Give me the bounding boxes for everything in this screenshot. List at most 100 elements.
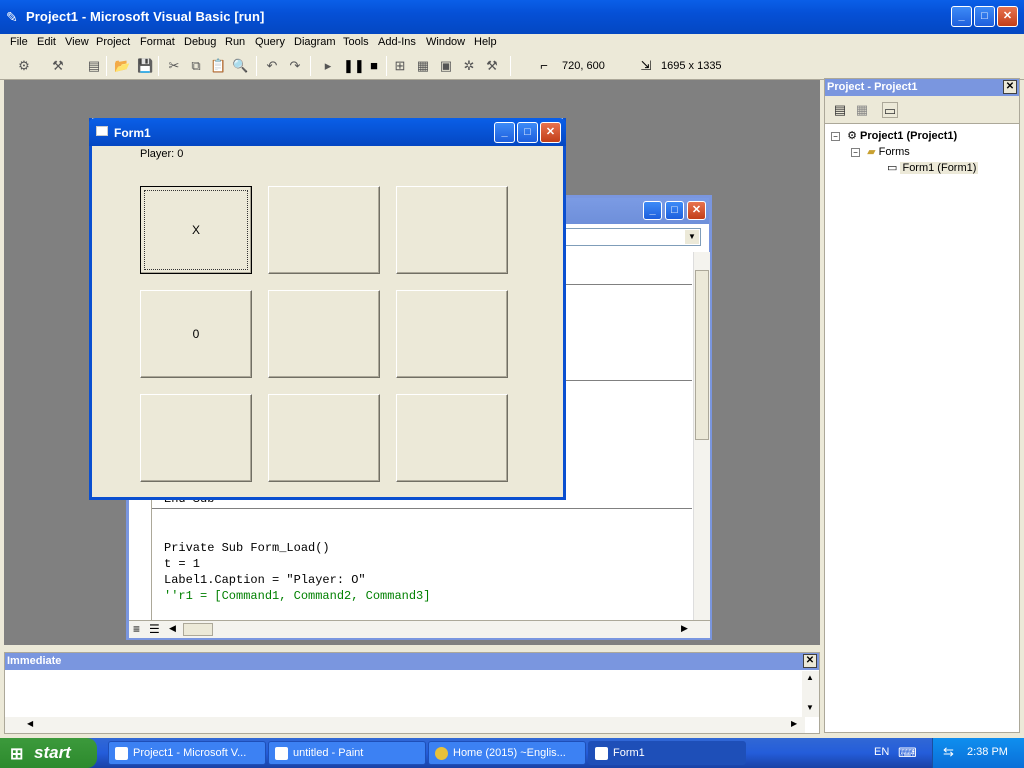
immediate-horizontal-scrollbar[interactable]: ◀ ▶ (5, 717, 805, 733)
cell-button-3[interactable] (396, 186, 508, 274)
task-browser[interactable]: Home (2015) ~Englis... (428, 741, 586, 765)
form-size: 1695 x 1335 (661, 60, 722, 72)
scroll-left-icon[interactable]: ◀ (169, 623, 176, 634)
procedure-combo[interactable]: ▼ (565, 228, 701, 246)
open-icon[interactable]: 📂 (114, 58, 130, 74)
code-comment-line: ''r1 = [Command1, Command2, Command3] (164, 589, 431, 603)
save-icon[interactable]: 💾 (137, 58, 153, 74)
code-line: Private Sub Form_Load() (164, 541, 330, 555)
collapse-icon[interactable]: − (831, 132, 840, 141)
code-vertical-scrollbar[interactable] (693, 252, 710, 620)
start-run-icon[interactable]: ▸ (320, 58, 336, 74)
menu-view[interactable]: View (65, 36, 89, 48)
paint-icon (275, 747, 288, 760)
code-maximize-icon[interactable]: □ (665, 201, 684, 220)
windows-logo-icon: ⊞ (10, 746, 24, 763)
task-paint[interactable]: untitled - Paint (268, 741, 426, 765)
view-object-icon[interactable]: ▦ (854, 102, 870, 118)
start-button[interactable]: ⊞ start (0, 738, 97, 768)
collapse-icon[interactable]: − (851, 148, 860, 157)
language-indicator[interactable]: EN (874, 746, 889, 758)
close-icon[interactable]: ✕ (1003, 80, 1017, 94)
folder-icon: ▰ (867, 146, 876, 158)
view-code-icon[interactable]: ▤ (832, 102, 848, 118)
menu-diagram[interactable]: Diagram (294, 36, 336, 48)
add-form-icon[interactable]: ⚒ (50, 58, 66, 74)
minimize-icon[interactable]: _ (951, 6, 972, 27)
add-project-icon[interactable]: ⚙ (16, 58, 32, 74)
project-explorer-titlebar: Project - Project1 ✕ (825, 79, 1019, 96)
form-layout-icon[interactable]: ▣ (438, 58, 454, 74)
menu-add-ins[interactable]: Add-Ins (378, 36, 416, 48)
properties-icon[interactable]: ▦ (415, 58, 431, 74)
network-icon[interactable]: ⇆ (943, 744, 954, 760)
scroll-up-icon[interactable]: ▲ (806, 673, 814, 682)
cut-icon[interactable]: ✂ (166, 58, 182, 74)
chevron-down-icon[interactable]: ▼ (685, 230, 699, 244)
task-vb-ide[interactable]: Project1 - Microsoft V... (108, 741, 266, 765)
menu-help[interactable]: Help (474, 36, 497, 48)
scroll-right-icon[interactable]: ▶ (791, 719, 797, 728)
form-icon (595, 747, 608, 760)
menu-run[interactable]: Run (225, 36, 245, 48)
scroll-thumb[interactable] (695, 270, 709, 440)
cell-button-6[interactable] (396, 290, 508, 378)
menu-editor-icon[interactable]: ▤ (86, 58, 102, 74)
copy-icon[interactable]: ⧉ (188, 58, 204, 74)
cell-button-5[interactable] (268, 290, 380, 378)
code-close-icon[interactable]: ✕ (687, 201, 706, 220)
code-line: Label1.Caption = "Player: O" (164, 573, 366, 587)
cell-button-4[interactable]: 0 (140, 290, 252, 378)
task-form1[interactable]: Form1 (588, 741, 746, 765)
size-icon: ⇲ (640, 58, 652, 73)
player-label: Player: 0 (140, 148, 184, 160)
close-icon[interactable]: ✕ (997, 6, 1018, 27)
menu-tools[interactable]: Tools (343, 36, 369, 48)
toolbox-icon[interactable]: ⚒ (484, 58, 500, 74)
scroll-right-icon[interactable]: ▶ (681, 623, 688, 634)
menu-format[interactable]: Format (140, 36, 175, 48)
scroll-thumb[interactable] (183, 623, 213, 636)
menu-project[interactable]: Project (96, 36, 130, 48)
immediate-vertical-scrollbar[interactable]: ▲ ▼ (802, 671, 819, 717)
form1-title: Form1 (114, 126, 151, 140)
cell-button-9[interactable] (396, 394, 508, 482)
find-icon[interactable]: 🔍 (232, 58, 248, 74)
tree-item-forms[interactable]: Forms (879, 146, 910, 158)
cell-button-8[interactable] (268, 394, 380, 482)
cell-button-7[interactable] (140, 394, 252, 482)
menu-file[interactable]: File (10, 36, 28, 48)
clock[interactable]: 2:38 PM (967, 746, 1008, 758)
stop-icon[interactable]: ■ (366, 58, 382, 74)
undo-icon[interactable]: ↶ (264, 58, 280, 74)
form1-window: Form1 _ □ ✕ Player: 0 X 0 (89, 118, 566, 500)
cell-button-1[interactable]: X (140, 186, 252, 274)
menu-debug[interactable]: Debug (184, 36, 216, 48)
paste-icon[interactable]: 📋 (210, 58, 226, 74)
close-icon[interactable]: ✕ (803, 654, 817, 668)
maximize-icon[interactable]: □ (974, 6, 995, 27)
form-minimize-icon[interactable]: _ (494, 122, 515, 143)
object-browser-icon[interactable]: ✲ (461, 58, 477, 74)
menu-query[interactable]: Query (255, 36, 285, 48)
full-module-view-icon[interactable]: ☰ (149, 622, 160, 636)
project-explorer-icon[interactable]: ⊞ (392, 58, 408, 74)
procedure-view-icon[interactable]: ≡ (133, 622, 140, 636)
menu-edit[interactable]: Edit (37, 36, 56, 48)
form-close-icon[interactable]: ✕ (540, 122, 561, 143)
standard-toolbar: ⚙ ⚒ ▤ 📂 💾 ✂ ⧉ 📋 🔍 ↶ ↷ ▸ ❚❚ ■ ⊞ ▦ ▣ ✲ ⚒ ⌐… (0, 52, 1024, 80)
scroll-left-icon[interactable]: ◀ (27, 719, 33, 728)
keyboard-icon[interactable]: ⌨ (898, 745, 917, 761)
cell-button-2[interactable] (268, 186, 380, 274)
break-icon[interactable]: ❚❚ (343, 58, 365, 74)
redo-icon[interactable]: ↷ (287, 58, 303, 74)
tree-item-form1[interactable]: Form1 (Form1) (900, 162, 979, 174)
code-horizontal-scrollbar[interactable]: ≡ ☰ ◀ ▶ (129, 620, 710, 638)
form-maximize-icon[interactable]: □ (517, 122, 538, 143)
scroll-down-icon[interactable]: ▼ (806, 703, 814, 712)
menu-window[interactable]: Window (426, 36, 465, 48)
immediate-titlebar: Immediate ✕ (5, 653, 819, 670)
code-minimize-icon[interactable]: _ (643, 201, 662, 220)
toggle-folders-icon[interactable]: ▭ (882, 102, 898, 118)
tree-item-project[interactable]: Project1 (Project1) (860, 130, 957, 142)
